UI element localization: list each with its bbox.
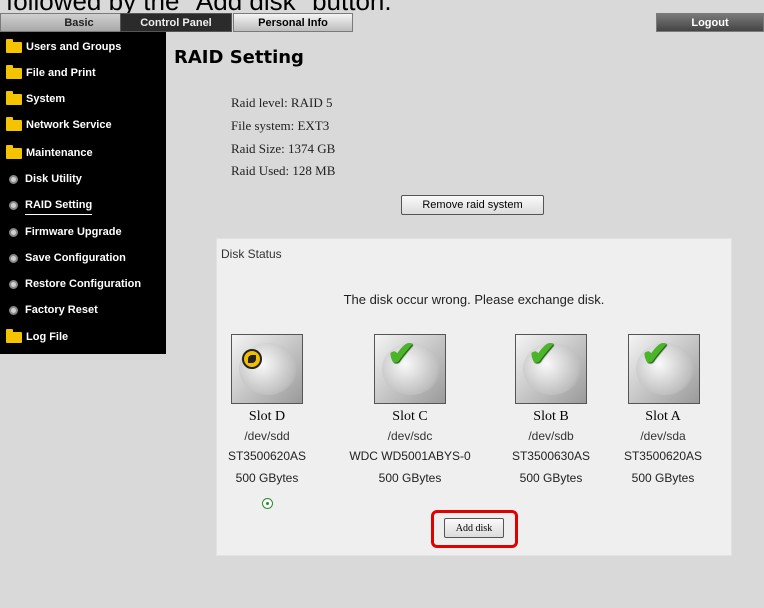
sidebar-item-label: Factory Reset	[25, 304, 98, 316]
sidebar-item-label: Users and Groups	[26, 41, 122, 53]
sidebar-item-label: Firmware Upgrade	[25, 226, 122, 238]
sidebar-item-save-configuration[interactable]: Save Configuration	[6, 249, 126, 267]
sidebar-item-firmware-upgrade[interactable]: Firmware Upgrade	[6, 223, 122, 241]
slot-name: Slot A	[645, 409, 681, 424]
slot-size: 500 GBytes	[378, 471, 442, 485]
sidebar: Users and Groups File and Print System N…	[0, 32, 166, 354]
disk-slot-c-icon: ✔	[374, 334, 446, 404]
slot-name: Slot D	[248, 409, 286, 424]
logout-button[interactable]: Logout	[656, 13, 764, 32]
bullet-icon	[9, 305, 18, 315]
page-title: RAID Setting	[174, 47, 304, 68]
check-icon: ✔	[387, 335, 416, 373]
add-disk-highlight: Add disk	[431, 510, 518, 548]
bullet-icon	[9, 253, 18, 263]
slot-dev: /dev/sdd	[244, 429, 290, 443]
top-tab-bar: Basic Control Panel Personal Info Logout	[0, 13, 764, 32]
folder-icon	[6, 90, 22, 105]
slot-model: ST3500620AS	[227, 449, 307, 463]
disk-slot-b-icon: ✔	[515, 334, 587, 404]
check-icon: ✔	[641, 335, 670, 373]
sidebar-item-label: Save Configuration	[25, 252, 126, 264]
slot-size: 500 GBytes	[235, 471, 299, 485]
sidebar-item-label: RAID Setting	[25, 196, 93, 215]
sidebar-item-label: File and Print	[26, 67, 96, 79]
slot-model: ST3500620AS	[623, 449, 703, 463]
slot-dev: /dev/sdb	[528, 429, 574, 443]
slot-size: 500 GBytes	[631, 471, 695, 485]
sidebar-item-file-and-print[interactable]: File and Print	[6, 64, 96, 82]
bullet-icon	[9, 227, 18, 237]
folder-icon	[6, 116, 22, 131]
tab-control-panel[interactable]: Control Panel	[120, 13, 232, 32]
check-icon: ✔	[528, 335, 557, 373]
slot-dev: /dev/sdc	[387, 429, 433, 443]
sidebar-item-log-file[interactable]: Log File	[6, 328, 68, 346]
sidebar-item-system[interactable]: System	[6, 90, 65, 108]
folder-icon	[6, 38, 22, 53]
sidebar-item-factory-reset[interactable]: Factory Reset	[6, 301, 98, 319]
sidebar-item-label: Maintenance	[26, 147, 93, 159]
folder-icon	[6, 64, 22, 79]
slot-model: WDC WD5001ABYS-0	[349, 449, 471, 463]
sidebar-item-network-service[interactable]: Network Service	[6, 116, 112, 134]
disk-slot-d-icon	[231, 334, 303, 404]
sidebar-item-label: Disk Utility	[25, 173, 82, 185]
file-system-text: File system: EXT3	[231, 118, 330, 133]
sidebar-item-restore-configuration[interactable]: Restore Configuration	[6, 275, 141, 293]
slot-name: Slot C	[392, 409, 428, 424]
sidebar-item-users-and-groups[interactable]: Users and Groups	[6, 38, 121, 56]
raid-used-text: Raid Used: 128 MB	[231, 163, 336, 178]
sidebar-item-label: System	[26, 93, 66, 105]
disk-status-message: The disk occur wrong. Please exchange di…	[343, 292, 605, 307]
sidebar-item-maintenance[interactable]: Maintenance	[6, 144, 93, 162]
bullet-icon	[9, 200, 18, 210]
slot-size: 500 GBytes	[519, 471, 583, 485]
add-disk-button[interactable]: Add disk	[444, 518, 504, 538]
bullet-icon	[9, 279, 18, 289]
bullet-icon	[9, 174, 18, 184]
sidebar-item-label: Network Service	[26, 119, 112, 131]
folder-icon	[6, 144, 22, 159]
slot-name: Slot B	[533, 409, 569, 424]
warning-icon	[242, 349, 262, 369]
folder-icon	[6, 328, 22, 343]
raid-size-text: Raid Size: 1374 GB	[231, 141, 336, 156]
disk-slot-a-icon: ✔	[628, 334, 700, 404]
sidebar-item-label: Restore Configuration	[25, 278, 142, 290]
disk-status-title: Disk Status	[221, 247, 282, 261]
disk-status-panel: Disk Status The disk occur wrong. Please…	[216, 238, 732, 556]
remove-raid-button[interactable]: Remove raid system	[401, 195, 544, 215]
sidebar-item-disk-utility[interactable]: Disk Utility	[6, 170, 82, 188]
tab-personal-info[interactable]: Personal Info	[233, 13, 353, 32]
sidebar-item-label: Log File	[26, 331, 69, 343]
slot-dev: /dev/sda	[640, 429, 686, 443]
slot-model: ST3500630AS	[511, 449, 591, 463]
slot-d-radio[interactable]	[262, 498, 273, 509]
sidebar-item-raid-setting[interactable]: RAID Setting	[6, 196, 93, 215]
raid-level-text: Raid level: RAID 5	[231, 95, 333, 110]
